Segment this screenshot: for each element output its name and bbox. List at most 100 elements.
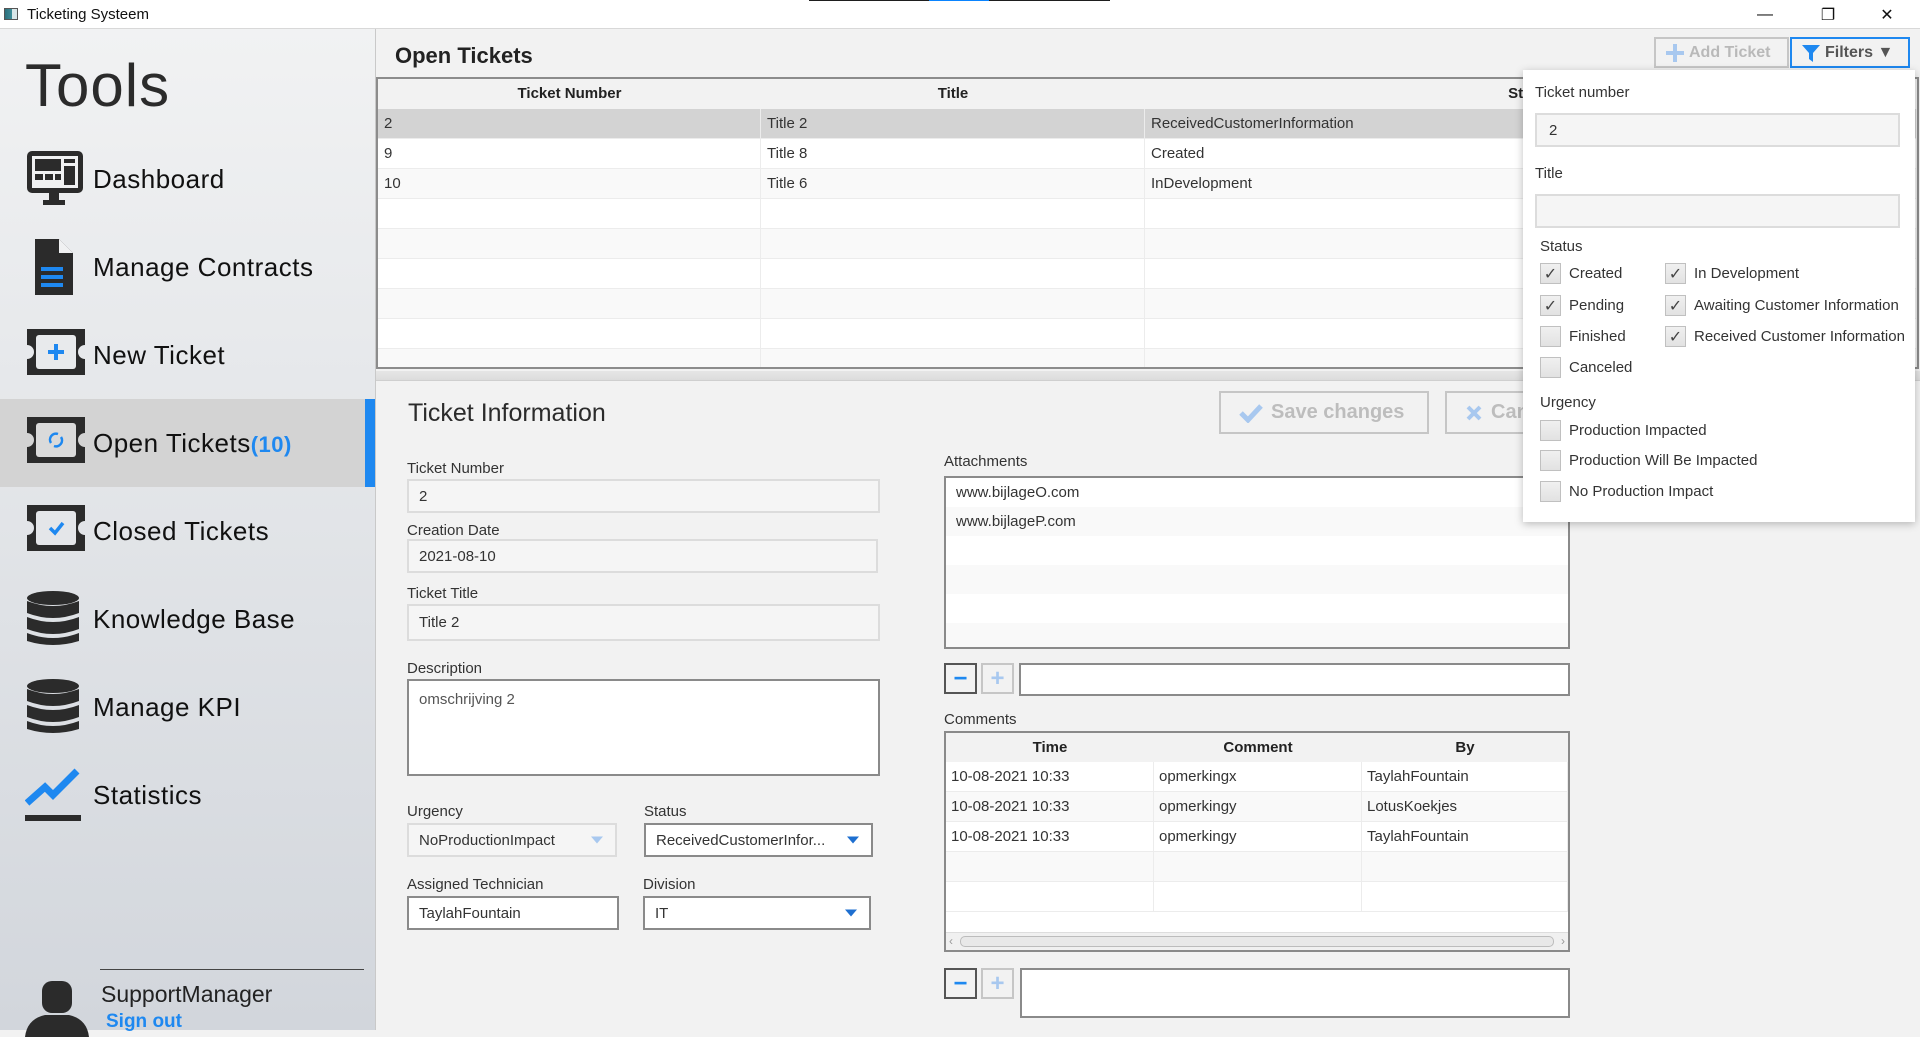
assigned-technician-value: TaylahFountain [419,904,521,922]
ticket-title-label: Ticket Title [407,585,479,602]
remove-comment-button[interactable]: − [944,968,977,999]
table-row[interactable]: 10-08-2021 10:33 opmerkingx TaylahFounta… [946,762,1568,792]
description-label: Description [407,660,483,677]
column-header-time[interactable]: Time [946,733,1154,762]
filter-ticket-number-input[interactable]: 2 [1535,113,1900,147]
division-value: IT [655,904,669,922]
maximize-button[interactable]: ❐ [1805,0,1851,29]
checkbox-label: Canceled [1569,359,1633,376]
comments-label: Comments [944,711,1017,728]
checkbox-label: Pending [1569,297,1625,314]
remove-attachment-button[interactable]: − [944,663,977,694]
filter-status-canceled-checkbox[interactable]: Canceled [1540,357,1632,378]
chevron-down-icon [845,909,857,917]
close-button[interactable]: ✕ [1864,0,1910,29]
sidebar-item-new-ticket[interactable]: New Ticket [0,311,375,399]
empty-row [946,536,1568,565]
description-value: omschrijving 2 [419,691,515,708]
checkbox-box: ✓ [1540,263,1561,284]
sidebar-item-statistics[interactable]: Statistics [0,751,375,839]
attachment-item[interactable]: www.bijlageP.com [946,507,1568,536]
add-attachment-button[interactable]: + [981,663,1014,694]
sidebar-item-label: Statistics [93,779,203,810]
attachments-list[interactable]: www.bijlageO.com www.bijlageP.com [944,476,1570,649]
checkbox-label: In Development [1694,265,1800,282]
user-avatar-icon [25,981,89,1037]
filter-status-finished-checkbox[interactable]: Finished [1540,326,1626,347]
ticket-number-field[interactable]: 2 [407,479,880,513]
scroll-right-icon[interactable]: › [1561,934,1565,948]
filter-urgency-production-will-be-impacted-checkbox[interactable]: Production Will Be Impacted [1540,450,1757,471]
division-select[interactable]: IT [643,896,871,930]
sidebar: Tools Dashboard Manage Contracts New Tic… [0,29,375,1037]
description-textarea[interactable]: omschrijving 2 [407,679,880,776]
filters-label: Filters ▼ [1825,43,1894,61]
cell-time: 10-08-2021 10:33 [946,792,1154,821]
scroll-left-icon[interactable]: ‹ [949,934,953,948]
cell-time: 10-08-2021 10:33 [946,822,1154,851]
cell-by: TaylahFountain [1362,762,1568,791]
creation-date-field[interactable]: 2021-08-10 [407,539,878,573]
ticket-title-field[interactable]: Title 2 [407,604,880,641]
filter-status-created-checkbox[interactable]: ✓ Created [1540,263,1622,284]
sidebar-item-manage-contracts[interactable]: Manage Contracts [0,223,375,311]
table-row[interactable]: 10-08-2021 10:33 opmerkingy TaylahFounta… [946,822,1568,852]
checkbox-label: Production Will Be Impacted [1569,452,1758,469]
open-tickets-count-badge: (10) [250,431,292,457]
scrollbar-thumb[interactable] [960,936,1554,947]
sidebar-item-manage-kpi[interactable]: Manage KPI [0,663,375,751]
filter-status-in-development-checkbox[interactable]: ✓ In Development [1665,263,1799,284]
attachment-input[interactable] [1019,663,1570,696]
checkbox-label: Awaiting Customer Information [1694,297,1899,314]
status-label: Status [644,803,687,820]
filter-status-received-customer-information-checkbox[interactable]: ✓ Received Customer Information [1665,326,1905,347]
ticket-number-label: Ticket Number [407,460,504,477]
filter-status-label: Status [1540,238,1583,255]
empty-row [946,594,1568,623]
checkbox-label: Received Customer Information [1694,328,1905,345]
user-divider [100,969,364,970]
ticket-check-icon [27,505,85,551]
attachment-item[interactable]: www.bijlageO.com [946,478,1568,507]
status-select[interactable]: ReceivedCustomerInfor... [644,823,873,857]
ticket-number-value: 2 [419,487,428,505]
sidebar-item-label: Manage Contracts [93,251,314,282]
database-icon [27,679,79,733]
x-icon [1466,405,1482,420]
add-comment-button[interactable]: + [981,968,1014,999]
column-header-ticket-number[interactable]: Ticket Number [378,79,761,109]
filter-title-input[interactable] [1535,194,1900,228]
sidebar-item-dashboard[interactable]: Dashboard [0,135,375,223]
column-header-comment[interactable]: Comment [1154,733,1362,762]
filter-urgency-production-impacted-checkbox[interactable]: Production Impacted [1540,420,1707,441]
assigned-technician-field[interactable]: TaylahFountain [407,896,619,930]
save-changes-button[interactable]: Save changes [1219,391,1429,434]
sidebar-item-knowledge-base[interactable]: Knowledge Base [0,575,375,663]
filter-urgency-no-production-impact-checkbox[interactable]: No Production Impact [1540,481,1713,502]
cell-ticket-number: 2 [378,109,761,138]
urgency-select[interactable]: NoProductionImpact [407,823,617,857]
column-header-title[interactable]: Title [761,79,1145,109]
comment-input[interactable] [1020,968,1570,1018]
comments-table: Time Comment By 10-08-2021 10:33 opmerki… [944,731,1570,952]
cell-comment: opmerkingy [1154,792,1362,821]
horizontal-scrollbar[interactable]: ‹ › [946,932,1568,950]
chart-line-icon [25,768,81,821]
checkbox-box [1540,450,1561,471]
filter-status-pending-checkbox[interactable]: ✓ Pending [1540,295,1624,316]
sidebar-item-open-tickets[interactable]: Open Tickets(10) [0,399,375,487]
chevron-down-icon [591,836,603,844]
column-header-by[interactable]: By [1362,733,1568,762]
filters-button[interactable]: Filters ▼ [1790,37,1910,68]
plus-icon [1666,43,1684,62]
sidebar-item-closed-tickets[interactable]: Closed Tickets [0,487,375,575]
cell-title: Title 6 [761,169,1145,198]
add-ticket-button[interactable]: Add Ticket [1654,37,1789,68]
urgency-value: NoProductionImpact [419,831,555,849]
checkbox-box: ✓ [1665,295,1686,316]
filter-status-awaiting-customer-information-checkbox[interactable]: ✓ Awaiting Customer Information [1665,295,1899,316]
filter-ticket-number-label: Ticket number [1535,84,1630,101]
table-row[interactable]: 10-08-2021 10:33 opmerkingy LotusKoekjes [946,792,1568,822]
ticket-plus-icon [27,329,85,375]
minimize-button[interactable]: — [1742,0,1788,29]
